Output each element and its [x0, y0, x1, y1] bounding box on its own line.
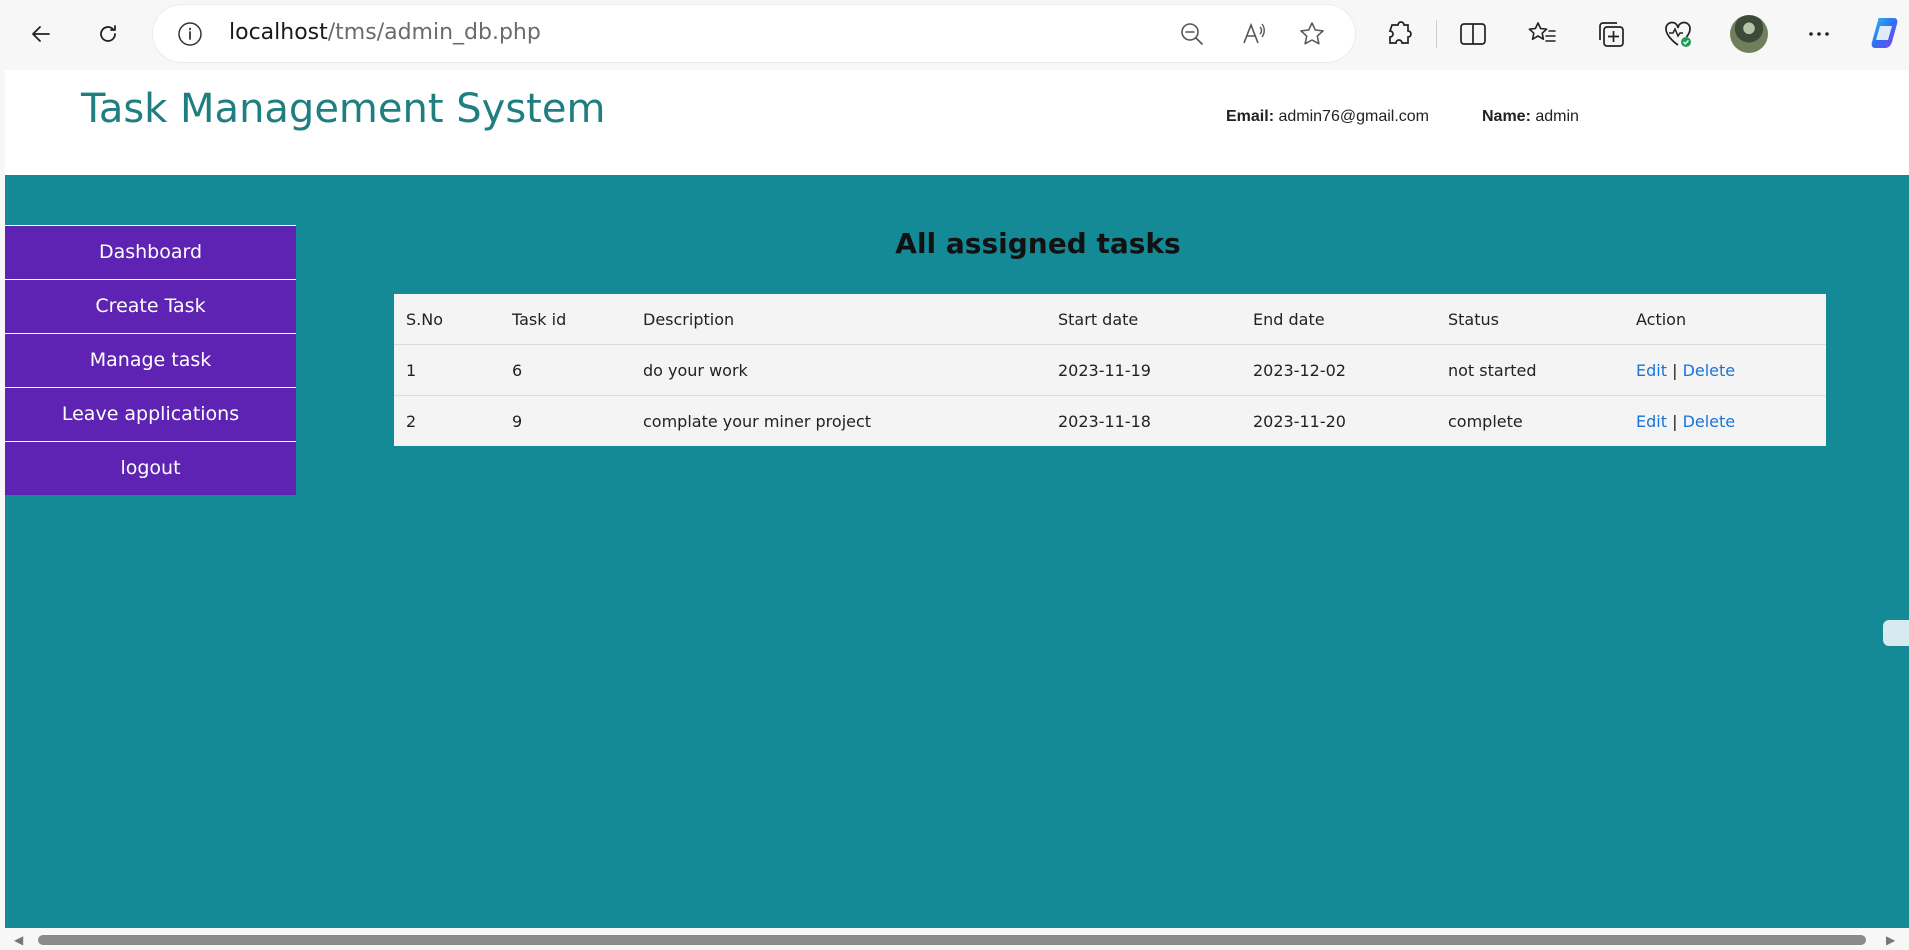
column-header-start-date: Start date [1046, 294, 1241, 345]
column-header-status: Status [1436, 294, 1624, 345]
read-aloud-icon[interactable] [1241, 21, 1267, 47]
browser-toolbar: localhost/tms/admin_db.php [0, 0, 1909, 68]
scroll-left-icon[interactable]: ◀ [14, 933, 23, 947]
sidebar-item-manage-task[interactable]: Manage task [5, 333, 296, 387]
cell-action: Edit | Delete [1624, 396, 1826, 447]
scroll-right-icon[interactable]: ▶ [1886, 933, 1895, 947]
cell-end-date: 2023-11-20 [1253, 411, 1346, 431]
column-header-description: Description [631, 294, 1046, 345]
cell-status: not started [1436, 344, 1624, 396]
sidebar-toggle-widget[interactable] [1883, 620, 1909, 646]
table-header-row: S.No Task id Description Start date End … [394, 294, 1826, 345]
name-label: Name: [1482, 108, 1531, 125]
info-icon[interactable] [177, 21, 203, 47]
favorites-icon[interactable] [1527, 19, 1557, 49]
tasks-table: S.No Task id Description Start date End … [394, 294, 1826, 446]
sidebar-nav: Dashboard Create Task Manage task Leave … [5, 225, 296, 495]
cell-end-date: 2023-12-02 [1241, 344, 1436, 396]
split-screen-icon[interactable] [1458, 19, 1488, 49]
sidebar-item-leave-applications[interactable]: Leave applications [5, 387, 296, 441]
column-header-task-id: Task id [500, 294, 631, 345]
name-value: admin [1535, 108, 1579, 125]
delete-link[interactable]: Delete [1683, 361, 1736, 380]
page-viewport: Task Management System Email: admin76@gm… [5, 70, 1909, 928]
page-title: All assigned tasks [895, 227, 1181, 260]
address-bar[interactable]: localhost/tms/admin_db.php [153, 5, 1355, 62]
profile-avatar[interactable] [1730, 15, 1768, 53]
extensions-icon[interactable] [1384, 19, 1414, 49]
cell-task-id: 6 [500, 344, 631, 396]
table-row: 1 6 do your work 2023-11-19 2023-12-02 n… [394, 344, 1826, 396]
sidebar-item-dashboard[interactable]: Dashboard [5, 225, 296, 279]
cell-sno: 2 [406, 411, 417, 431]
cell-action: Edit | Delete [1624, 344, 1826, 396]
column-header-action: Action [1624, 294, 1826, 345]
refresh-icon[interactable] [88, 14, 128, 54]
edit-link[interactable]: Edit [1636, 361, 1667, 380]
table-row: 2 9 complate your miner project 2023-11-… [394, 396, 1826, 447]
site-header: Task Management System Email: admin76@gm… [5, 70, 1909, 175]
cell-status: complete [1448, 411, 1523, 431]
email-label: Email: [1226, 108, 1275, 125]
horizontal-scrollbar[interactable]: ◀ ▶ [0, 930, 1909, 950]
zoom-out-icon[interactable] [1179, 21, 1205, 47]
url-text[interactable]: localhost/tms/admin_db.php [229, 20, 541, 45]
site-title: Task Management System [81, 86, 606, 132]
favorite-star-icon[interactable] [1299, 21, 1325, 47]
sidebar-item-create-task[interactable]: Create Task [5, 279, 296, 333]
cell-description: complate your miner project [643, 411, 872, 431]
action-separator: | [1672, 360, 1678, 380]
copilot-icon[interactable] [1866, 14, 1904, 52]
cell-sno: 1 [394, 344, 500, 396]
action-separator: | [1672, 411, 1678, 431]
collections-icon[interactable] [1596, 19, 1626, 49]
main-area: Dashboard Create Task Manage task Leave … [5, 175, 1909, 928]
cell-description: do your work [631, 344, 1046, 396]
admin-email: Email: admin76@gmail.com [1226, 108, 1429, 126]
toolbar-divider [1436, 20, 1437, 48]
email-value: admin76@gmail.com [1278, 108, 1429, 125]
cell-start-date: 2023-11-19 [1046, 344, 1241, 396]
column-header-end-date: End date [1241, 294, 1436, 345]
sidebar-item-logout[interactable]: logout [5, 441, 296, 495]
scrollbar-thumb[interactable] [38, 935, 1866, 945]
edit-link[interactable]: Edit [1636, 412, 1667, 431]
cell-task-id: 9 [512, 411, 523, 431]
back-icon[interactable] [21, 14, 61, 54]
admin-name: Name: admin [1482, 108, 1579, 126]
browser-essentials-icon[interactable] [1663, 19, 1693, 49]
more-icon[interactable] [1804, 19, 1834, 49]
cell-start-date: 2023-11-18 [1058, 411, 1151, 431]
column-header-sno: S.No [394, 294, 500, 345]
delete-link[interactable]: Delete [1683, 412, 1736, 431]
